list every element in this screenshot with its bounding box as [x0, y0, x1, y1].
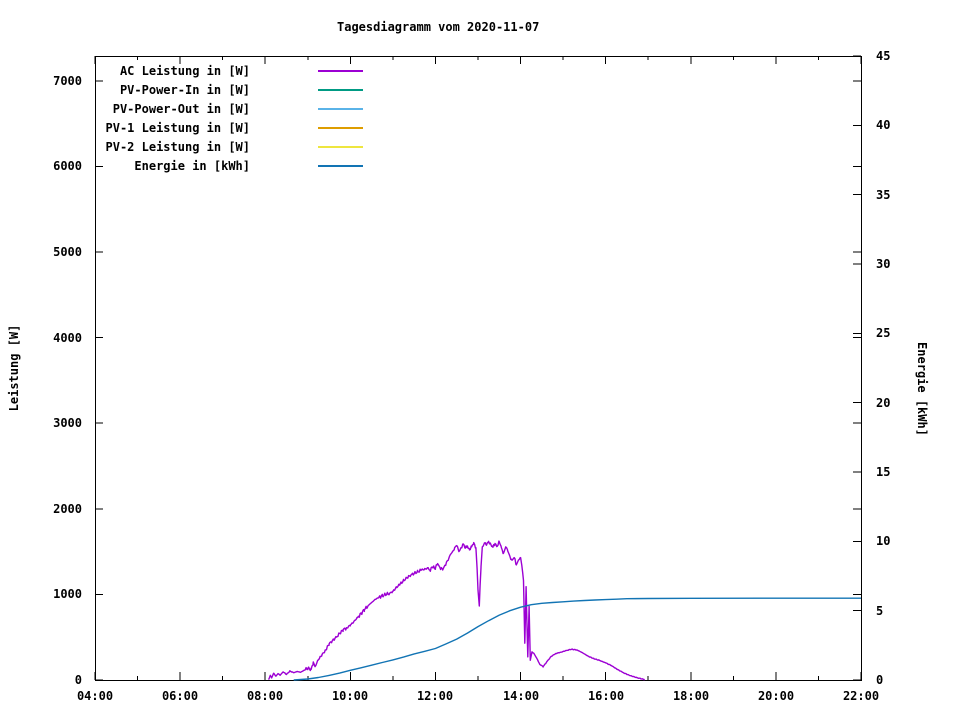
x-tick-label: 08:00 — [246, 689, 284, 703]
y-right-tick-label: 5 — [876, 604, 884, 618]
legend-label-3: PV-1 Leistung in [W] — [105, 121, 251, 135]
daily-pv-chart: Tagesdiagramm vom 2020-11-07 Leistung [W… — [0, 0, 960, 720]
legend-line-icon-1 — [318, 89, 363, 91]
x-tick-label: 20:00 — [757, 689, 795, 703]
y-right-tick-label: 10 — [876, 534, 891, 548]
x-tick-label: 18:00 — [672, 689, 710, 703]
y-right-tick-label: 45 — [876, 49, 891, 63]
legend-line-icon-4 — [318, 146, 363, 148]
y-left-tick-label: 4000 — [53, 331, 82, 345]
y-left-tick-label: 3000 — [53, 416, 82, 430]
legend-line-icon-3 — [318, 127, 363, 129]
legend-label-0: AC Leistung in [W] — [119, 64, 250, 78]
legend-label-1: PV-Power-In in [W] — [119, 83, 250, 97]
y-left-tick-label: 0 — [74, 673, 82, 687]
y-left-tick-label: 1000 — [53, 587, 82, 601]
x-tick-label: 10:00 — [331, 689, 369, 703]
series-curve-0 — [267, 540, 646, 681]
y-axis-label-left: Leistung [W] — [7, 324, 21, 412]
y-left-tick-label: 2000 — [53, 502, 82, 516]
chart-title: Tagesdiagramm vom 2020-11-07 — [337, 20, 540, 34]
legend-label-2: PV-Power-Out in [W] — [112, 102, 250, 116]
x-tick-label: 22:00 — [842, 689, 880, 703]
y-left-tick-label: 5000 — [53, 245, 82, 259]
y-right-tick-label: 20 — [876, 396, 891, 410]
series-curve-5 — [293, 597, 861, 681]
y-right-tick-label: 25 — [876, 326, 891, 340]
y-right-tick-label: 40 — [876, 118, 891, 132]
y-right-tick-label: 0 — [876, 673, 884, 687]
legend-label-5: Energie in [kWh] — [134, 159, 250, 173]
legend-line-icon-0 — [318, 70, 363, 72]
x-tick-label: 16:00 — [587, 689, 625, 703]
y-right-tick-label: 15 — [876, 465, 891, 479]
y-axis-label-right: Energie [kWh] — [915, 342, 929, 436]
legend-line-icon-2 — [318, 108, 363, 110]
legend-line-icon-5 — [318, 165, 363, 167]
legend-label-4: PV-2 Leistung in [W] — [105, 140, 251, 154]
x-tick-label: 14:00 — [502, 689, 540, 703]
x-tick-label: 12:00 — [416, 689, 454, 703]
x-tick-label: 04:00 — [76, 689, 114, 703]
y-right-tick-label: 35 — [876, 188, 891, 202]
x-tick-label: 06:00 — [161, 689, 199, 703]
y-right-tick-label: 30 — [876, 257, 891, 271]
